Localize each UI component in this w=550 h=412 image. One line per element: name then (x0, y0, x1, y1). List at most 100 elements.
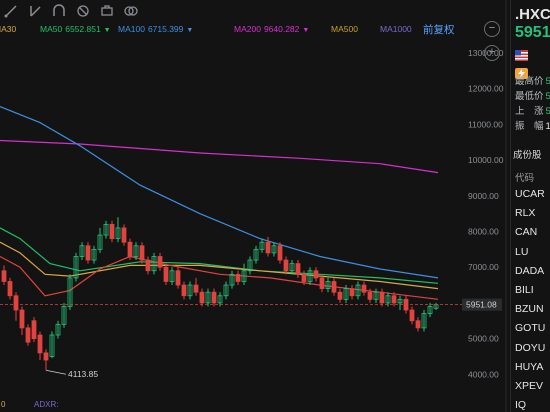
ma-name: MA50 (40, 24, 63, 34)
constituents-title: 成份股 (513, 150, 542, 161)
candle-body (391, 295, 397, 304)
candle-body (43, 352, 49, 361)
candlestick-chart[interactable]: 13000.0012000.0011000.0010000.009000.008… (0, 0, 510, 412)
candle-body (337, 291, 343, 300)
stat-value: 1 (545, 121, 550, 132)
caret-down-icon: ▼ (103, 27, 111, 34)
minus-icon[interactable]: − (484, 21, 500, 37)
caret-down-icon: ▼ (186, 27, 194, 34)
plus-icon[interactable]: + (484, 45, 500, 61)
candle-body (199, 291, 205, 304)
candle-body (301, 273, 307, 282)
ma-line (0, 139, 439, 174)
y-tick-label: 10000.00 (468, 155, 504, 165)
candle-body (313, 270, 319, 279)
low-annotation: 4113.85 (68, 369, 98, 379)
ma-name: MA500 (331, 24, 358, 34)
code-column-header: 代码 (515, 173, 535, 184)
stat-label: 最高价 (515, 76, 544, 87)
constituent-item[interactable]: DOYU (515, 342, 545, 354)
hide-drawings-icon[interactable] (76, 4, 90, 18)
compare-icon[interactable] (124, 4, 138, 18)
candle-body (277, 245, 283, 261)
chart-side-controls: − + (478, 21, 506, 69)
ma-legend-ma30[interactable]: MA30 (0, 24, 19, 34)
candle-body (349, 288, 355, 297)
candle-body (85, 245, 91, 261)
constituent-item[interactable]: DADA (515, 265, 544, 277)
constituent-item[interactable]: BILI (515, 284, 534, 296)
constituent-item[interactable]: UCAR (515, 188, 545, 200)
ma-name: MA100 (118, 24, 145, 34)
constituent-item[interactable]: GOTU (515, 322, 545, 334)
drawing-toolbar (0, 0, 506, 22)
stat-value: 5 (545, 106, 550, 117)
candle-body (127, 241, 133, 257)
price-adjust-toggle[interactable]: 前复权 (423, 22, 455, 37)
stat-value: 5 (545, 91, 550, 102)
ma-value: 6552.851 (65, 24, 101, 34)
ma-line (0, 106, 439, 279)
ma-value: 6715.399 (147, 24, 184, 34)
candle-body (361, 284, 367, 293)
us-flag-icon (515, 50, 528, 61)
candle-body (7, 281, 13, 297)
candle-body (211, 291, 217, 304)
constituent-item[interactable]: HUYA (515, 361, 543, 373)
stat-value: 5 (545, 76, 550, 87)
stat-label: 最低价 (515, 91, 544, 102)
moving-average-legend: MA30MA506552.851▼MA1006715.399▼MA2009640… (0, 24, 460, 38)
ma-value: 9640.282 (263, 24, 300, 34)
candle-body (175, 270, 181, 286)
candle-body (157, 256, 163, 268)
quote-stat-row: 上 涨5 (515, 103, 550, 117)
candle-body (31, 320, 37, 340)
ticker-symbol: .HXC (515, 6, 550, 23)
ma-legend-ma50[interactable]: MA50 6552.851 ▼ (40, 24, 111, 34)
candle-body (19, 309, 25, 329)
indicator-bar: 0 ADXR: (0, 399, 506, 412)
constituent-item[interactable]: XPEV (515, 380, 543, 392)
ma-legend-ma500[interactable]: MA500 (331, 24, 361, 34)
chart-area[interactable]: 13000.00 12000.00 11000.00 10000.00 9000.00 8… (0, 0, 510, 412)
candle-body (295, 263, 301, 275)
candle-body (1, 270, 7, 282)
candle-body (193, 284, 199, 293)
candle-body (145, 259, 151, 272)
candle-body (37, 334, 43, 354)
ray-line-icon[interactable] (4, 4, 18, 18)
arc-icon[interactable] (52, 4, 66, 18)
constituent-item[interactable]: RLX (515, 207, 535, 219)
candle-body (283, 259, 289, 272)
candle-body (181, 284, 187, 297)
y-tick-label: 9000.00 (468, 191, 499, 201)
candle-body (415, 320, 421, 329)
constituent-item[interactable]: CAN (515, 226, 537, 238)
stat-label: 振 幅 (515, 121, 544, 132)
market-flags (515, 48, 550, 79)
constituent-item[interactable]: BZUN (515, 303, 544, 315)
candle-body (139, 245, 145, 261)
candle-body (409, 309, 415, 322)
ma-legend-ma1000[interactable]: MA1000 (380, 24, 415, 34)
candle-body (163, 266, 169, 282)
y-tick-label: 8000.00 (468, 227, 499, 237)
ma-name: MA200 (234, 24, 261, 34)
indicator-value: 0 (1, 400, 6, 409)
y-tick-label: 7000.00 (468, 262, 499, 272)
quote-stat-row: 最低价 5 (515, 88, 550, 102)
constituent-item[interactable]: IQ (515, 399, 526, 411)
y-tick-label: 11000.00 (468, 119, 503, 129)
candle-body (331, 281, 337, 293)
channel-icon[interactable] (28, 4, 42, 18)
quote-stat-row: 振 幅1 (515, 118, 550, 132)
constituent-item[interactable]: LU (515, 246, 528, 258)
erase-icon[interactable] (100, 4, 114, 18)
ma-legend-ma100[interactable]: MA100 6715.399 ▼ (118, 24, 193, 34)
candle-body (235, 273, 241, 282)
last-price: 5951 (515, 24, 550, 41)
indicator-name[interactable]: ADXR: (34, 400, 58, 409)
ma-legend-ma200[interactable]: MA200 9640.282 ▼ (234, 24, 309, 34)
candle-body (379, 291, 385, 304)
last-price-tag: 5951.08 (466, 300, 497, 310)
